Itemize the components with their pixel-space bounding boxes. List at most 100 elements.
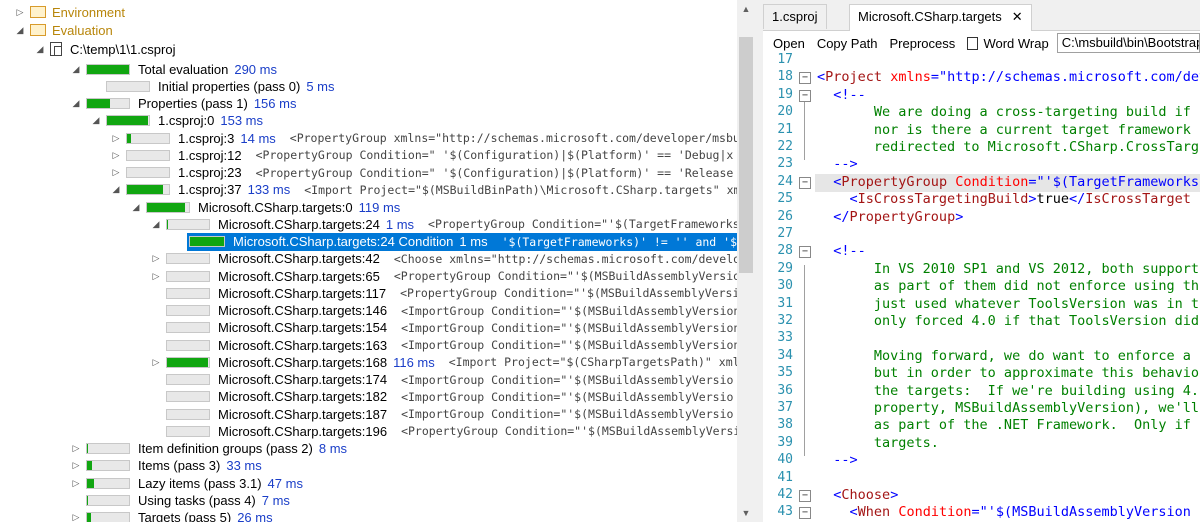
collapse-arrow-icon[interactable]: ◢ <box>150 219 162 230</box>
fold-toggle-icon[interactable]: − <box>799 246 811 259</box>
tree-row[interactable]: ◢ Properties (pass 1) 156 ms <box>70 95 297 113</box>
tree-item-project[interactable]: ◢ C:\temp\1\1.csproj <box>34 40 176 58</box>
collapse-arrow-icon[interactable]: ◢ <box>130 202 142 213</box>
expand-arrow-icon[interactable]: ▷ <box>110 167 122 178</box>
tree-item-environment[interactable]: ▷ Environment <box>14 3 125 21</box>
collapse-arrow-icon[interactable]: ◢ <box>70 98 82 109</box>
duration-value: 156 ms <box>253 96 297 111</box>
row-label: Microsoft.CSharp.targets:24 <box>218 216 380 232</box>
code-line: --> <box>833 452 858 469</box>
tree-item-evaluation[interactable]: ◢ Evaluation <box>14 21 113 39</box>
collapse-arrow-icon[interactable]: ◢ <box>90 115 102 126</box>
duration-bar <box>106 115 150 127</box>
xml-snippet: '$(TargetFrameworks)' != '' and '$ <box>501 234 737 249</box>
tree-row[interactable]: ▷ 1.csproj:3 14 ms <PropertyGroup xmlns="ht… <box>110 129 740 147</box>
line-number: 37 <box>777 400 793 415</box>
expand-arrow-icon[interactable]: ▷ <box>70 478 82 489</box>
expand-arrow-icon[interactable]: ▷ <box>150 357 162 368</box>
preprocess-button[interactable]: Preprocess <box>890 36 956 51</box>
tree-row[interactable]: ◢ 1.csproj:0 153 ms <box>90 112 263 130</box>
tree-row[interactable]: ▷ Microsoft.CSharp.targets:168 116 ms <Impo… <box>150 353 754 371</box>
tab-microsoft-csharp-targets[interactable]: Microsoft.CSharp.targets ✕ <box>849 4 1032 31</box>
tree-row[interactable]: Microsoft.CSharp.targets:146 <ImportGroup… <box>150 302 740 320</box>
tree-row[interactable]: ▷ Items (pass 3) 33 ms <box>70 457 262 475</box>
tree-row[interactable]: ▷ Microsoft.CSharp.targets:65 <PropertyGro… <box>150 267 741 285</box>
code-line: <IsCrossTargetingBuild>true</IsCrossTarg… <box>849 191 1191 208</box>
line-number: 30 <box>777 278 793 294</box>
duration-bar-fill <box>87 99 110 108</box>
scroll-down-arrow-icon[interactable]: ▼ <box>737 504 755 522</box>
splitter[interactable] <box>755 0 763 522</box>
file-path-field[interactable]: C:\msbuild\bin\Bootstrap\ <box>1056 33 1200 53</box>
duration-value: 7 ms <box>261 492 290 508</box>
duration-value: 116 ms <box>393 354 435 370</box>
expand-arrow-icon[interactable]: ▷ <box>110 150 122 161</box>
tree-row[interactable]: ▷ 1.csproj:23 <PropertyGroup Condition=" '… <box>110 164 734 182</box>
collapse-arrow-icon[interactable]: ◢ <box>14 25 26 36</box>
collapse-arrow-icon[interactable]: ◢ <box>34 44 46 55</box>
row-label: 1.csproj:12 <box>178 147 242 163</box>
tree-row[interactable]: ◢ Total evaluation 290 ms <box>70 60 277 78</box>
expand-arrow-icon[interactable]: ▷ <box>70 460 82 471</box>
word-wrap-checkbox[interactable] <box>967 36 979 50</box>
fold-toggle-icon[interactable]: − <box>799 176 811 189</box>
fold-toggle-icon[interactable]: − <box>799 490 811 502</box>
tree-row[interactable]: ▷ Item definition groups (pass 2) 8 ms <box>70 440 348 458</box>
fold-toggle-icon[interactable]: − <box>799 507 811 520</box>
tree-row[interactable]: Microsoft.CSharp.targets:182 <ImportGroup… <box>150 388 733 406</box>
xml-snippet: <PropertyGroup xmlns="http://schemas.mic… <box>289 131 740 145</box>
copy-path-button[interactable]: Copy Path <box>817 36 878 51</box>
tree-row-selected[interactable]: Microsoft.CSharp.targets:24 Condition 1 m… <box>187 232 737 251</box>
line-number: 42 <box>777 487 793 502</box>
tree-row[interactable]: Microsoft.CSharp.targets:117 <PropertyGro… <box>150 284 739 302</box>
duration-bar <box>166 287 210 299</box>
duration-value: 8 ms <box>318 441 348 456</box>
collapse-arrow-icon[interactable]: ◢ <box>70 64 82 75</box>
duration-value: 119 ms <box>358 199 401 215</box>
scrollbar-thumb[interactable] <box>739 37 753 273</box>
tree-row[interactable]: ◢ 1.csproj:37 133 ms <Import Project="$(MSB… <box>110 181 741 199</box>
tree-row[interactable]: Microsoft.CSharp.targets:187 <ImportGroup… <box>150 405 733 423</box>
duration-bar <box>166 408 210 420</box>
fold-toggle-icon[interactable]: − <box>799 89 811 102</box>
duration-bar <box>166 339 210 351</box>
code-line: <When Condition="'$(MSBuildAssemblyVersi… <box>849 504 1191 521</box>
tree-row[interactable]: Microsoft.CSharp.targets:174 <ImportGroup… <box>150 371 733 389</box>
expand-arrow-icon[interactable]: ▷ <box>150 271 162 282</box>
fold-toggle-icon[interactable]: − <box>799 72 811 85</box>
tree-row[interactable]: ▷ Lazy items (pass 3.1) 47 ms <box>70 474 303 492</box>
tree-row[interactable]: Initial properties (pass 0) 5 ms <box>90 77 335 95</box>
expand-arrow-icon[interactable]: ▷ <box>14 7 26 18</box>
tab-1-csproj[interactable]: 1.csproj <box>763 4 827 29</box>
xml-snippet: <Import Project="$(CSharpTargetsPath)" x… <box>448 355 754 370</box>
row-label: Microsoft.CSharp.targets:174 <box>218 372 388 387</box>
line-number: 32 <box>777 313 793 328</box>
duration-bar-fill <box>87 444 89 453</box>
tree-row[interactable]: ◢ Microsoft.CSharp.targets:0 119 ms <box>130 198 401 216</box>
tree-row[interactable]: ▷ Microsoft.CSharp.targets:42 <Choose xmln… <box>150 250 741 268</box>
scroll-up-arrow-icon[interactable]: ▲ <box>737 0 755 18</box>
code-line: Moving forward, we do want to enforce a <box>817 347 1191 364</box>
tree-row[interactable]: ▷ 1.csproj:12 <PropertyGroup Condition=" '… <box>110 146 734 164</box>
tree-row[interactable]: ▷ Targets (pass 5) 26 ms <box>70 509 273 522</box>
tree-row[interactable]: Microsoft.CSharp.targets:154 <ImportGroup… <box>150 319 740 337</box>
collapse-arrow-icon[interactable]: ◢ <box>110 184 122 195</box>
xml-editor[interactable]: 17 18− <Project xmlns="http://schemas.micr… <box>763 52 1200 522</box>
duration-bar <box>86 63 130 75</box>
tree-row[interactable]: Microsoft.CSharp.targets:163 <ImportGroup… <box>150 336 740 354</box>
row-label: Microsoft.CSharp.targets:24 Condition <box>233 234 454 249</box>
tree-row[interactable]: Microsoft.CSharp.targets:196 <PropertyGro… <box>150 422 747 440</box>
open-button[interactable]: Open <box>773 36 805 51</box>
expand-arrow-icon[interactable]: ▷ <box>70 443 82 454</box>
line-number: 25 <box>777 191 793 207</box>
code-line: the targets: If we're building using 4. <box>817 382 1200 399</box>
close-icon[interactable]: ✕ <box>1012 9 1023 24</box>
duration-bar <box>86 494 130 506</box>
expand-arrow-icon[interactable]: ▷ <box>110 133 122 144</box>
row-label: Total evaluation <box>138 61 229 77</box>
expand-arrow-icon[interactable]: ▷ <box>150 253 162 264</box>
duration-bar-fill <box>127 133 132 143</box>
expand-arrow-icon[interactable]: ▷ <box>70 512 82 522</box>
tree-row[interactable]: ◢ Microsoft.CSharp.targets:24 1 ms <Propert… <box>150 215 754 233</box>
tree-row[interactable]: Using tasks (pass 4) 7 ms <box>70 491 290 509</box>
